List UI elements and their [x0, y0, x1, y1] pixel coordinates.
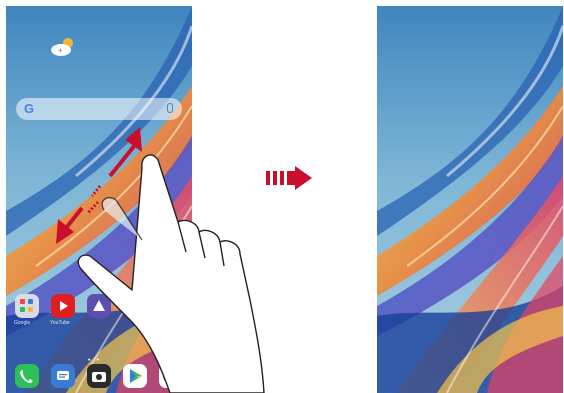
transition-arrow-icon [266, 166, 312, 190]
hand-icon [77, 154, 265, 393]
wallpaper [377, 6, 563, 393]
home-screen-after [377, 6, 563, 393]
